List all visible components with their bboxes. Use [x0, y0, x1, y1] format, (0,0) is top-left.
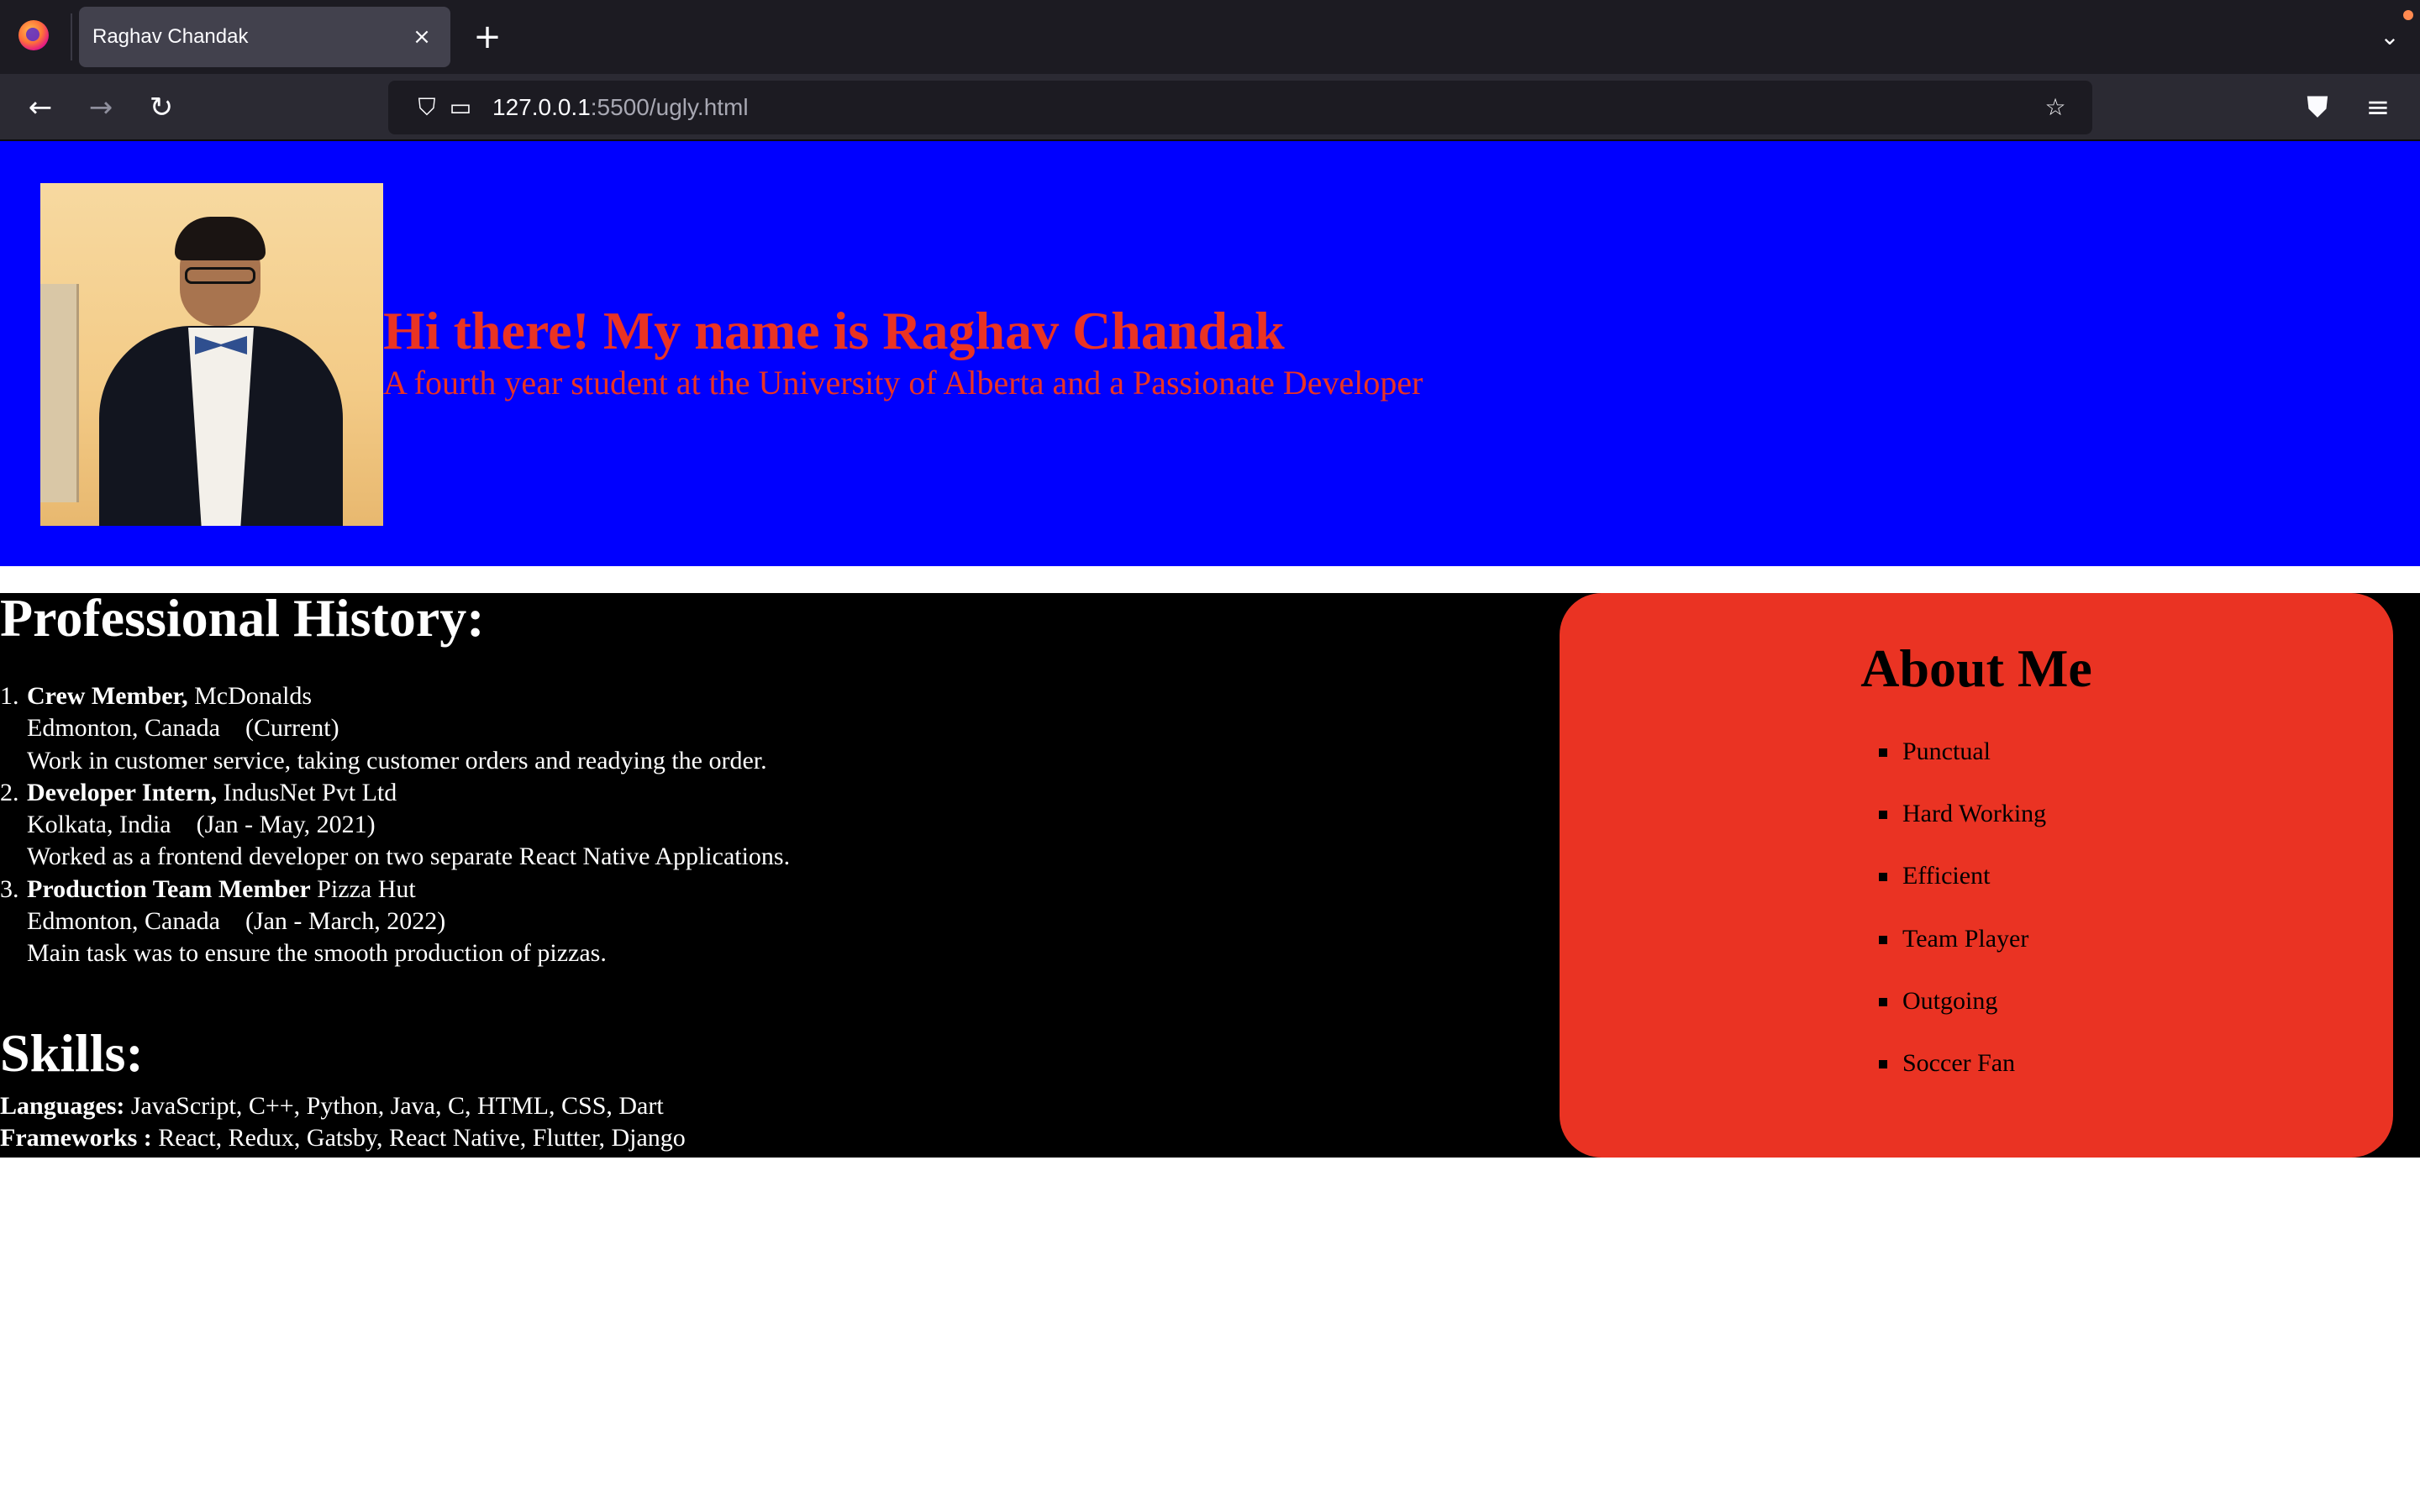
- skills-frameworks: Frameworks : React, Redux, Gatsby, React…: [0, 1122, 686, 1154]
- shield-icon[interactable]: ⛉: [412, 92, 442, 123]
- history-title-line: Developer Intern, IndusNet Pvt Ltd: [27, 777, 1512, 809]
- skills-languages-label: Languages:: [0, 1092, 125, 1120]
- bookmark-star-icon[interactable]: ☆: [2040, 92, 2070, 123]
- page-icon[interactable]: ▭: [445, 92, 476, 123]
- history-list: 1. Crew Member, McDonalds Edmonton, Cana…: [0, 680, 1512, 970]
- square-bullet-icon: [1879, 811, 1887, 820]
- about-me-card: About Me Punctual Hard Working Efficient…: [1560, 593, 2393, 1158]
- firefox-logo-icon: [18, 20, 49, 50]
- history-role: Developer Intern,: [27, 778, 218, 806]
- url-bar[interactable]: ⛉ ▭ 127.0.0.1:5500/ugly.html ☆: [388, 81, 2092, 134]
- page-header: Hi there! My name is Raghav Chandak A fo…: [0, 141, 2420, 566]
- list-item: Hard Working: [1879, 798, 2046, 860]
- history-number: 1.: [0, 682, 19, 710]
- back-icon[interactable]: ←: [20, 87, 60, 128]
- square-bullet-icon: [1879, 1059, 1887, 1068]
- square-bullet-icon: [1879, 748, 1887, 757]
- skills-heading: Skills:: [0, 1023, 144, 1083]
- history-location: Edmonton, Canada: [27, 907, 220, 936]
- history-heading: Professional History:: [0, 588, 485, 648]
- new-tab-button[interactable]: +: [469, 18, 506, 55]
- browser-nav-bar: ← → ↻ ⛉ ▭ 127.0.0.1:5500/ugly.html ☆ ⛊ ≡: [0, 74, 2420, 141]
- history-item: 1. Crew Member, McDonalds Edmonton, Cana…: [0, 680, 1512, 777]
- close-icon[interactable]: ×: [407, 22, 437, 52]
- about-item-label: Hard Working: [1902, 800, 2047, 828]
- notification-dot: [2403, 10, 2413, 20]
- history-period: (Current): [245, 714, 339, 743]
- about-item-label: Team Player: [1902, 924, 2029, 953]
- about-item-label: Soccer Fan: [1902, 1048, 2016, 1077]
- about-me-heading: About Me: [1860, 638, 2092, 698]
- history-title-line: Crew Member, McDonalds: [27, 680, 1512, 712]
- reload-icon[interactable]: ↻: [141, 87, 182, 128]
- history-location: Edmonton, Canada: [27, 714, 220, 743]
- skills-languages: Languages: JavaScript, C++, Python, Java…: [0, 1090, 664, 1122]
- forward-icon[interactable]: →: [81, 87, 121, 128]
- history-description: Work in customer service, taking custome…: [27, 746, 767, 774]
- history-number: 3.: [0, 874, 19, 903]
- history-role: Crew Member,: [27, 682, 188, 710]
- photo-background-window: [40, 284, 79, 502]
- square-bullet-icon: [1879, 997, 1887, 1006]
- history-description: Main task was to ensure the smooth produ…: [27, 939, 607, 968]
- url-text[interactable]: 127.0.0.1:5500/ugly.html: [492, 81, 749, 134]
- history-number: 2.: [0, 778, 19, 806]
- hero-subtitle: A fourth year student at the University …: [383, 364, 1423, 402]
- history-period: (Jan - March, 2022): [245, 907, 446, 936]
- history-title-line: Production Team Member Pizza Hut: [27, 874, 1512, 906]
- square-bullet-icon: [1879, 935, 1887, 944]
- skills-frameworks-label: Frameworks :: [0, 1124, 152, 1152]
- history-item: 3. Production Team Member Pizza Hut Edmo…: [0, 874, 1512, 970]
- history-company: McDonalds: [194, 682, 313, 710]
- history-company: IndusNet Pvt Ltd: [223, 778, 397, 806]
- history-role: Production Team Member: [27, 874, 311, 903]
- about-item-label: Outgoing: [1902, 986, 1998, 1015]
- chevron-down-icon[interactable]: ⌄: [2371, 18, 2408, 55]
- history-meta-line: Kolkata, India (Jan - May, 2021): [27, 809, 1512, 841]
- about-me-list: Punctual Hard Working Efficient Team Pla…: [1879, 736, 2046, 1110]
- history-meta-line: Edmonton, Canada (Current): [27, 712, 1512, 744]
- photo-glasses: [185, 267, 255, 284]
- url-path: :5500/ugly.html: [590, 94, 749, 120]
- list-item: Outgoing: [1879, 985, 2046, 1047]
- list-item: Efficient: [1879, 860, 2046, 922]
- history-meta-line: Edmonton, Canada (Jan - March, 2022): [27, 906, 1512, 937]
- history-location: Kolkata, India: [27, 811, 171, 839]
- skills-frameworks-value: React, Redux, Gatsby, React Native, Flut…: [158, 1124, 686, 1152]
- tab-raghav-chandak[interactable]: Raghav Chandak ×: [79, 7, 450, 67]
- history-item: 2. Developer Intern, IndusNet Pvt Ltd Ko…: [0, 777, 1512, 874]
- hamburger-menu-icon[interactable]: ≡: [2358, 87, 2398, 128]
- hero-title: Hi there! My name is Raghav Chandak: [383, 301, 1285, 360]
- tab-title: Raghav Chandak: [92, 25, 249, 48]
- tab-separator: [71, 13, 72, 60]
- about-item-label: Efficient: [1902, 862, 1991, 890]
- profile-photo: [40, 183, 383, 526]
- history-description: Worked as a frontend developer on two se…: [27, 843, 791, 871]
- skills-languages-value: JavaScript, C++, Python, Java, C, HTML, …: [130, 1092, 664, 1120]
- square-bullet-icon: [1879, 873, 1887, 882]
- pocket-icon[interactable]: ⛊: [2297, 87, 2338, 128]
- url-host: 127.0.0.1: [492, 94, 591, 120]
- list-item: Punctual: [1879, 736, 2046, 798]
- browser-tab-bar: Raghav Chandak × + ⌄: [0, 0, 2420, 74]
- history-company: Pizza Hut: [317, 874, 416, 903]
- photo-hair: [175, 217, 266, 260]
- list-item: Soccer Fan: [1879, 1047, 2046, 1110]
- list-item: Team Player: [1879, 923, 2046, 985]
- about-item-label: Punctual: [1902, 738, 1991, 765]
- history-period: (Jan - May, 2021): [196, 811, 376, 839]
